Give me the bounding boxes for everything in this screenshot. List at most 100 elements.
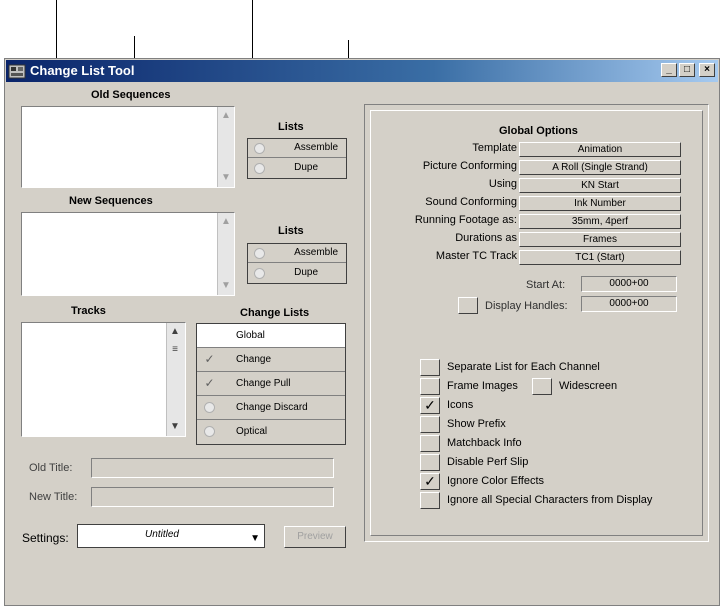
change-list-item-global[interactable]: Global xyxy=(197,324,345,348)
checkmark-icon[interactable]: ✓ xyxy=(203,353,216,366)
change-list-label: Change xyxy=(236,354,272,365)
window-title: Change List Tool xyxy=(30,63,135,78)
template-label: Template xyxy=(472,142,517,154)
change-list-label: Global xyxy=(236,330,265,341)
change-list-item-change[interactable]: ✓ Change xyxy=(197,348,345,372)
tracks-list[interactable]: ▲ ≡ ▼ xyxy=(21,322,186,437)
settings-value: Untitled xyxy=(145,529,179,540)
checkbox-label: Frame Images xyxy=(447,380,518,392)
checkbox-show-prefix[interactable] xyxy=(420,416,440,433)
new-title-label: New Title: xyxy=(29,491,78,503)
close-button[interactable]: × xyxy=(699,63,715,77)
change-list-item-change-discard[interactable]: Change Discard xyxy=(197,396,345,420)
tracks-scrollbar[interactable]: ▲ ≡ ▼ xyxy=(166,323,185,436)
lists-old-group: Assemble Dupe xyxy=(247,138,347,179)
tracks-label: Tracks xyxy=(71,305,106,317)
widescreen-label: Widescreen xyxy=(559,380,618,392)
running-footage-button[interactable]: 35mm, 4perf xyxy=(519,214,681,229)
radio-assemble-old[interactable]: Assemble xyxy=(248,139,346,158)
picture-conforming-button[interactable]: A Roll (Single Strand) xyxy=(519,160,681,175)
checkbox-ignore-all-special-characters-from-display[interactable] xyxy=(420,492,440,509)
old-title-field[interactable] xyxy=(91,458,334,478)
app-icon xyxy=(8,62,26,80)
radio-assemble-new[interactable]: Assemble xyxy=(248,244,346,263)
display-handles-checkbox[interactable] xyxy=(458,297,478,314)
checkbox-label: Icons xyxy=(447,399,474,411)
widescreen-checkbox[interactable] xyxy=(532,378,552,395)
settings-label: Settings: xyxy=(22,531,69,545)
checkbox-label: Matchback Info xyxy=(447,437,522,449)
checkbox-disable-perf-slip[interactable] xyxy=(420,454,440,471)
change-list-label: Change Discard xyxy=(236,402,308,413)
start-at-field[interactable]: 0000+00 xyxy=(581,276,677,292)
checkbox-matchback-info[interactable] xyxy=(420,435,440,452)
radio-icon[interactable] xyxy=(254,143,265,154)
minimize-button[interactable]: _ xyxy=(661,63,677,77)
radio-icon[interactable] xyxy=(254,268,265,279)
change-list-item-optical[interactable]: Optical xyxy=(197,420,345,444)
radio-icon[interactable] xyxy=(204,426,215,437)
using-button[interactable]: KN Start xyxy=(519,178,681,193)
scroll-up-icon[interactable]: ▲ xyxy=(169,325,181,339)
checkbox-icons[interactable]: ✓ xyxy=(420,397,440,414)
checkbox-label: Show Prefix xyxy=(447,418,506,430)
scroll-up-icon[interactable]: ▲ xyxy=(220,215,232,229)
lists-old-label: Lists xyxy=(278,121,304,133)
using-label: Using xyxy=(488,178,517,190)
title-bar[interactable]: Change List Tool _ □ × xyxy=(6,60,718,82)
checkbox-separate-list-for-each-channel[interactable] xyxy=(420,359,440,376)
change-list-item-change-pull[interactable]: ✓ Change Pull xyxy=(197,372,345,396)
template-button[interactable]: Animation xyxy=(519,142,681,157)
radio-label: Assemble xyxy=(294,247,338,258)
new-sequences-list[interactable]: ▲ ▼ xyxy=(21,212,235,296)
radio-icon[interactable] xyxy=(254,163,265,174)
scroll-up-icon[interactable]: ▲ xyxy=(220,109,232,123)
lists-new-label: Lists xyxy=(278,225,304,237)
running-footage-label: Running Footage as: xyxy=(414,214,517,226)
picture-conforming-label: Picture Conforming xyxy=(422,160,517,172)
checkbox-label: Ignore Color Effects xyxy=(447,475,545,487)
global-options-inner: Global Options Template Animation Pictur… xyxy=(370,110,703,536)
old-sequences-list[interactable]: ▲ ▼ xyxy=(21,106,235,188)
new-sequences-label: New Sequences xyxy=(69,195,153,207)
checkbox-label: Separate List for Each Channel xyxy=(447,361,600,373)
old-sequences-label: Old Sequences xyxy=(91,89,171,101)
radio-dupe-old[interactable]: Dupe xyxy=(248,159,346,178)
master-tc-button[interactable]: TC1 (Start) xyxy=(519,250,681,265)
display-handles-label: Display Handles: xyxy=(485,300,568,312)
checkbox-frame-images[interactable] xyxy=(420,378,440,395)
durations-label: Durations as xyxy=(455,232,517,244)
old-title-label: Old Title: xyxy=(29,462,73,474)
settings-dropdown[interactable]: Untitled ▼ xyxy=(77,524,265,548)
change-lists-label: Change Lists xyxy=(240,307,310,319)
radio-label: Assemble xyxy=(294,142,338,153)
start-at-label: Start At: xyxy=(526,279,566,291)
checkmark-icon[interactable]: ✓ xyxy=(203,377,216,390)
lists-new-group: Assemble Dupe xyxy=(247,243,347,284)
display-handles-field[interactable]: 0000+00 xyxy=(581,296,677,312)
radio-label: Dupe xyxy=(294,162,318,173)
radio-label: Dupe xyxy=(294,267,318,278)
radio-dupe-new[interactable]: Dupe xyxy=(248,264,346,283)
preview-button[interactable]: Preview xyxy=(284,526,346,548)
old-sequences-scrollbar[interactable]: ▲ ▼ xyxy=(217,107,234,187)
sound-conforming-label: Sound Conforming xyxy=(425,196,517,208)
scroll-down-icon[interactable]: ▼ xyxy=(220,279,232,293)
scroll-down-icon[interactable]: ▼ xyxy=(169,420,181,434)
maximize-button[interactable]: □ xyxy=(679,63,695,77)
sound-conforming-button[interactable]: Ink Number xyxy=(519,196,681,211)
new-title-field[interactable] xyxy=(91,487,334,507)
radio-icon[interactable] xyxy=(254,248,265,259)
master-tc-label: Master TC Track xyxy=(435,250,517,262)
change-list-label: Optical xyxy=(236,426,268,437)
new-sequences-scrollbar[interactable]: ▲ ▼ xyxy=(217,213,234,295)
chevron-down-icon[interactable]: ▼ xyxy=(250,533,260,544)
global-options-panel: Global Options Template Animation Pictur… xyxy=(364,104,709,542)
scroll-thumb[interactable]: ≡ xyxy=(169,343,181,357)
checkbox-label: Disable Perf Slip xyxy=(447,456,529,468)
change-list-tool-window: Change List Tool _ □ × Old Sequences ▲ ▼… xyxy=(4,58,720,606)
durations-button[interactable]: Frames xyxy=(519,232,681,247)
scroll-down-icon[interactable]: ▼ xyxy=(220,171,232,185)
radio-icon[interactable] xyxy=(204,402,215,413)
checkbox-ignore-color-effects[interactable]: ✓ xyxy=(420,473,440,490)
